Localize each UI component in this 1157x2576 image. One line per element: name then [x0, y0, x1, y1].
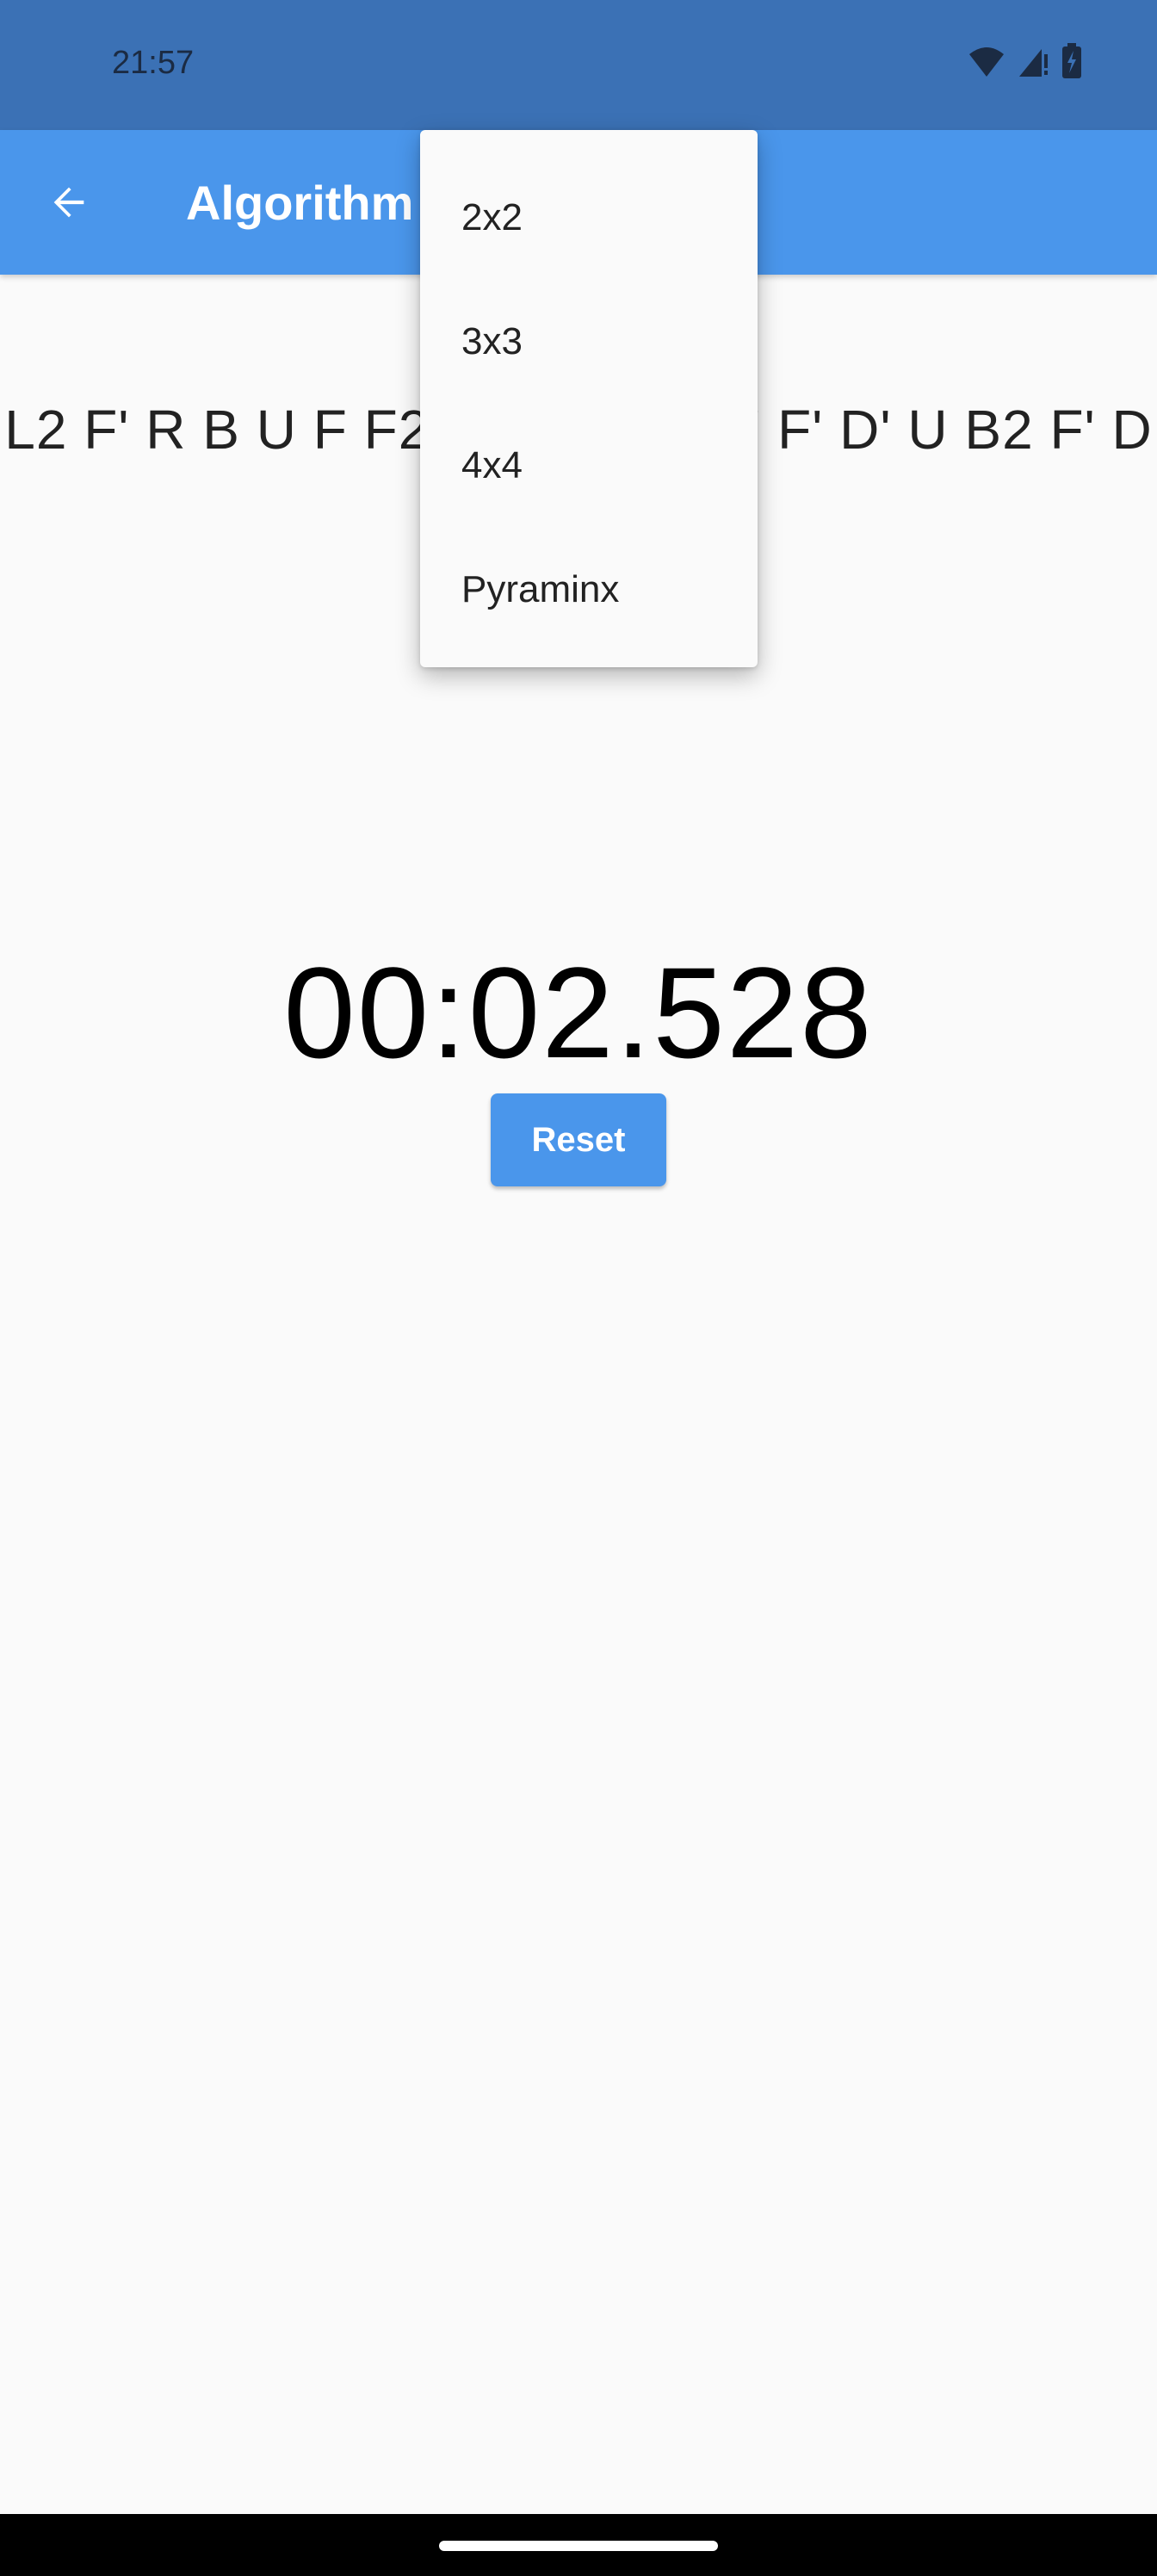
timer-display[interactable]: 00:02.528 [0, 938, 1157, 1087]
menu-item-3x3[interactable]: 3x3 [420, 280, 758, 404]
status-icons [968, 43, 1083, 79]
battery-charging-icon [1062, 43, 1081, 78]
status-bar: 21:57 [0, 0, 1157, 130]
menu-item-2x2[interactable]: 2x2 [420, 156, 758, 280]
reset-button[interactable]: Reset [491, 1093, 666, 1186]
arrow-back-icon [53, 187, 84, 218]
back-button[interactable] [41, 175, 96, 230]
status-time: 21:57 [112, 45, 195, 81]
wifi-icon [969, 47, 1004, 77]
puzzle-type-dropdown-menu: 2x2 3x3 4x4 Pyraminx [420, 130, 758, 667]
cell-signal-icon [1019, 49, 1048, 77]
page-title: Algorithm [186, 176, 414, 230]
menu-item-4x4[interactable]: 4x4 [420, 404, 758, 528]
menu-item-pyraminx[interactable]: Pyraminx [420, 528, 758, 652]
home-gesture-handle[interactable] [439, 2541, 718, 2551]
